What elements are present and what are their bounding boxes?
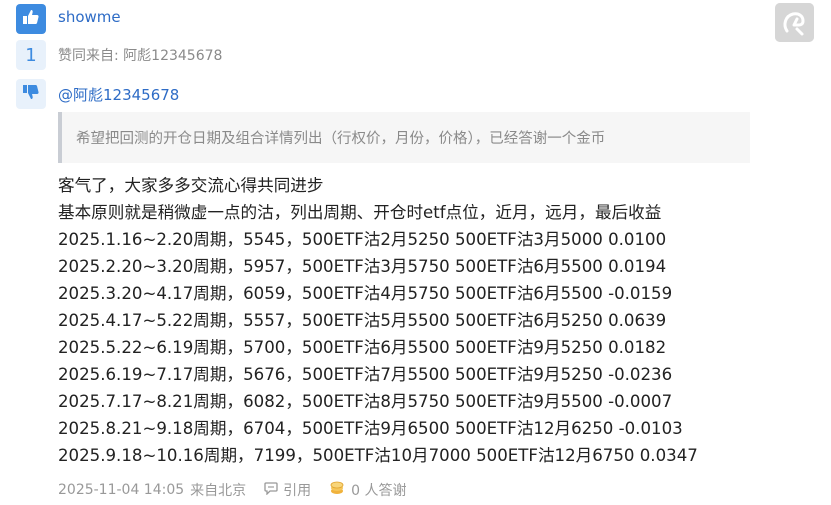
quote-label: 引用 — [283, 483, 312, 499]
agree-line: 赞同来自: 阿彪12345678 — [58, 45, 222, 65]
body-line: 客气了，大家多多交流心得共同进步 — [58, 176, 324, 195]
body-line: 2025.6.19~7.17周期，5676，500ETF沽7月5500 500E… — [58, 365, 673, 384]
body-line: 2025.3.20~4.17周期，6059，500ETF沽4月5750 500E… — [58, 284, 673, 303]
body-line: 2025.7.17~8.21周期，6082，500ETF沽8月5750 500E… — [58, 392, 673, 411]
post-username[interactable]: showme — [58, 8, 121, 26]
body-line: 2025.2.20~3.20周期，5957，500ETF沽3月5750 500E… — [58, 257, 667, 276]
body-line: 2025.9.18~10.16周期，7199，500ETF沽10月7000 50… — [58, 446, 698, 465]
like-button[interactable] — [16, 4, 46, 34]
thanks-button[interactable]: 0 人答谢 — [329, 480, 407, 500]
quote-bubble-icon — [264, 481, 278, 499]
body-line: 基本原则就是稍微虚一点的沽，列出周期、开仓时etf点位，近月，远月，最后收益 — [58, 203, 662, 222]
thumbs-up-icon — [22, 8, 40, 30]
quoted-text: 希望把回测的开仓日期及组合详情列出（行权价，月份，价格），已经答谢一个金币 — [58, 112, 750, 163]
agree-from-user[interactable]: 阿彪12345678 — [123, 48, 222, 64]
dislike-button[interactable] — [16, 79, 46, 109]
like-count: 1 — [16, 40, 46, 70]
post-meta: 2025-11-04 14:05 来自北京 引用 0 人答谢 — [58, 480, 407, 500]
quote-button[interactable]: 引用 — [264, 480, 311, 500]
post-body: 客气了，大家多多交流心得共同进步 基本原则就是稍微虚一点的沽，列出周期、开仓时e… — [58, 172, 828, 469]
agree-prefix: 赞同来自: — [58, 48, 119, 64]
mention-link[interactable]: @阿彪12345678 — [58, 84, 179, 105]
coin-icon — [329, 480, 345, 500]
thanks-label: 0 人答谢 — [351, 483, 407, 499]
body-line: 2025.1.16~2.20周期，5545，500ETF沽2月5250 500E… — [58, 230, 667, 249]
body-line: 2025.5.22~6.19周期，5700，500ETF沽6月5500 500E… — [58, 338, 667, 357]
body-line: 2025.4.17~5.22周期，5557，500ETF沽5月5500 500E… — [58, 311, 667, 330]
avatar[interactable] — [775, 3, 814, 42]
post-timestamp: 2025-11-04 14:05 — [58, 482, 185, 498]
body-line: 2025.8.21~9.18周期，6704，500ETF沽9月6500 500E… — [58, 419, 683, 438]
post-location: 来自北京 — [190, 483, 247, 499]
thumbs-down-icon — [22, 83, 40, 105]
